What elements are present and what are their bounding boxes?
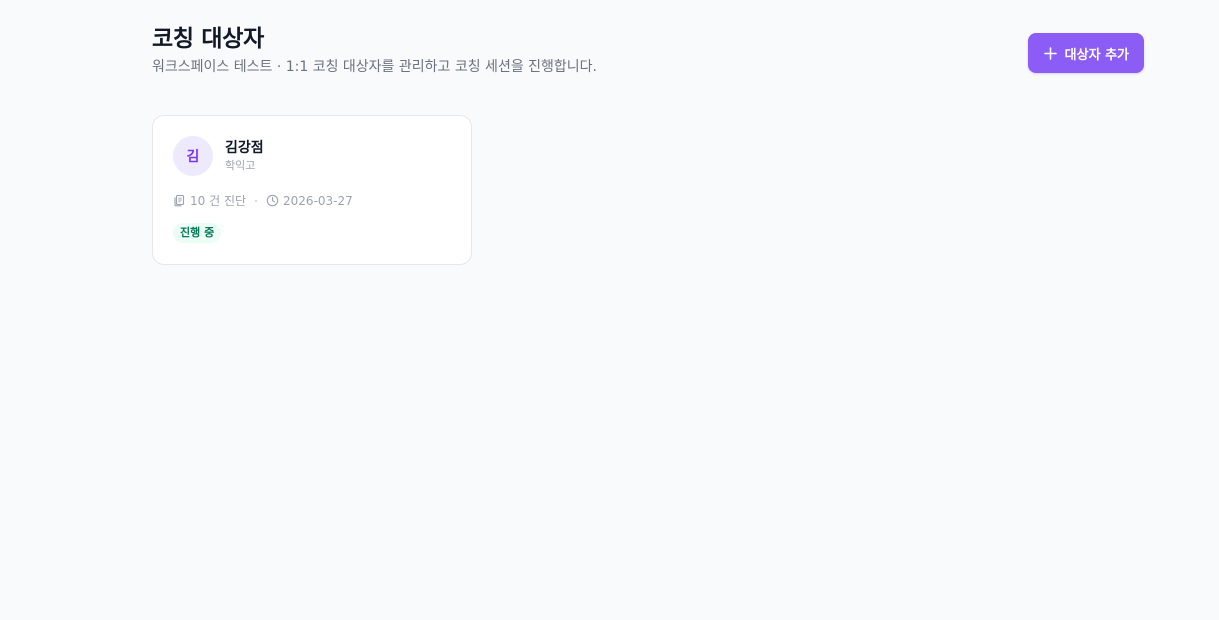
- coachee-name: 김강점: [225, 140, 264, 156]
- add-coachee-button[interactable]: 대상자 추가: [1027, 33, 1144, 73]
- coachee-card-header: 김 김강점 학익고: [173, 136, 451, 176]
- meta-separator: [255, 199, 258, 202]
- plus-icon: [1043, 46, 1057, 60]
- coachee-organization: 학익고: [225, 159, 256, 172]
- add-coachee-button-label: 대상자 추가: [1064, 47, 1129, 63]
- diagnosis-count: 10 건 진단: [173, 192, 246, 209]
- last-session-date-text: 2026-03-27: [283, 193, 353, 208]
- documents-icon: [173, 194, 186, 207]
- page-subtitle: 워크스페이스 테스트 · 1:1 코칭 대상자를 관리하고 코칭 세션을 진행합…: [152, 59, 598, 75]
- page-title: 코칭 대상자: [152, 26, 265, 52]
- coachee-identity: 김강점 학익고: [225, 139, 264, 173]
- status-badge: 진행 중: [173, 223, 222, 243]
- clock-icon: [266, 194, 279, 207]
- page-header: 코칭 대상자 워크스페이스 테스트 · 1:1 코칭 대상자를 관리하고 코칭 …: [152, 24, 1144, 84]
- avatar: 김: [173, 136, 213, 176]
- coachee-list-page: 코칭 대상자 워크스페이스 테스트 · 1:1 코칭 대상자를 관리하고 코칭 …: [0, 0, 1219, 620]
- last-session-date: 2026-03-27: [266, 194, 353, 208]
- coachee-card[interactable]: 김 김강점 학익고 10 건 진단 2026-03-27 진행 중: [152, 115, 472, 265]
- coachee-meta: 10 건 진단 2026-03-27: [173, 192, 451, 209]
- diagnosis-count-text: 10 건 진단: [190, 194, 247, 208]
